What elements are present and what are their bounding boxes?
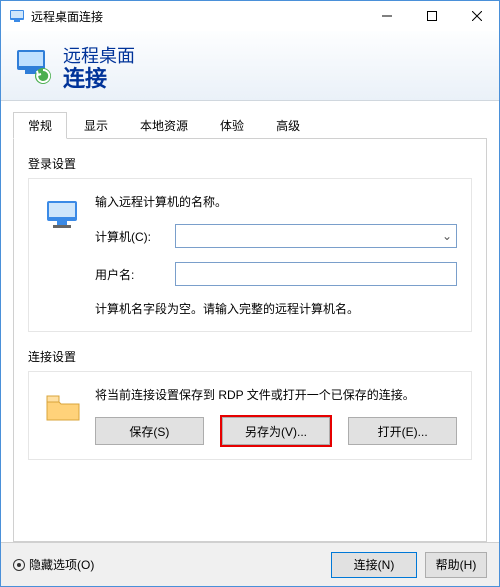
computer-empty-hint: 计算机名字段为空。请输入完整的远程计算机名。 <box>95 300 457 317</box>
folder-icon <box>43 388 83 428</box>
save-button[interactable]: 保存(S) <box>95 417 204 445</box>
app-icon <box>9 8 25 24</box>
login-group-label: 登录设置 <box>28 155 472 172</box>
tab-panel-general: 登录设置 输入远程计算机的名称。 计算机(C): ⌄ <box>13 139 487 542</box>
window-buttons <box>364 1 499 31</box>
computer-label: 计算机(C): <box>95 228 175 245</box>
banner-title-2: 连接 <box>63 68 135 90</box>
client-area: 常规 显示 本地资源 体验 高级 登录设置 输入远程计算机的名称。 计算机(C)… <box>1 101 499 542</box>
rdp-large-icon <box>13 46 53 86</box>
connect-button[interactable]: 连接(N) <box>331 552 417 578</box>
header-banner: 远程桌面 连接 <box>1 31 499 101</box>
titlebar: 远程桌面连接 <box>1 1 499 31</box>
hide-options-label: 隐藏选项(O) <box>29 556 94 573</box>
maximize-button[interactable] <box>409 1 454 31</box>
open-button[interactable]: 打开(E)... <box>348 417 457 445</box>
tab-local-resources[interactable]: 本地资源 <box>125 112 203 138</box>
connection-group-label: 连接设置 <box>28 348 472 365</box>
tab-advanced[interactable]: 高级 <box>261 112 315 138</box>
tab-experience[interactable]: 体验 <box>205 112 259 138</box>
connection-group: 将当前连接设置保存到 RDP 文件或打开一个已保存的连接。 保存(S) 另存为(… <box>28 371 472 460</box>
tab-display[interactable]: 显示 <box>69 112 123 138</box>
footer: 隐藏选项(O) 连接(N) 帮助(H) <box>1 542 499 586</box>
close-button[interactable] <box>454 1 499 31</box>
monitor-icon <box>43 195 83 235</box>
chevron-down-icon: ⌄ <box>442 229 452 243</box>
tab-general[interactable]: 常规 <box>13 112 67 139</box>
username-input[interactable] <box>175 262 457 286</box>
tab-strip: 常规 显示 本地资源 体验 高级 <box>13 113 487 139</box>
login-prompt: 输入远程计算机的名称。 <box>95 193 457 210</box>
banner-title-1: 远程桌面 <box>63 42 135 68</box>
window-title: 远程桌面连接 <box>31 8 364 25</box>
login-group: 输入远程计算机的名称。 计算机(C): ⌄ 用户名: 计算机名字段为空。请输入完… <box>28 178 472 332</box>
username-label: 用户名: <box>95 266 175 283</box>
minimize-button[interactable] <box>364 1 409 31</box>
computer-combobox[interactable]: ⌄ <box>175 224 457 248</box>
save-as-button[interactable]: 另存为(V)... <box>222 417 331 445</box>
collapse-up-icon <box>13 559 25 571</box>
connection-prompt: 将当前连接设置保存到 RDP 文件或打开一个已保存的连接。 <box>95 386 457 403</box>
help-button[interactable]: 帮助(H) <box>425 552 487 578</box>
hide-options-toggle[interactable]: 隐藏选项(O) <box>13 556 323 573</box>
